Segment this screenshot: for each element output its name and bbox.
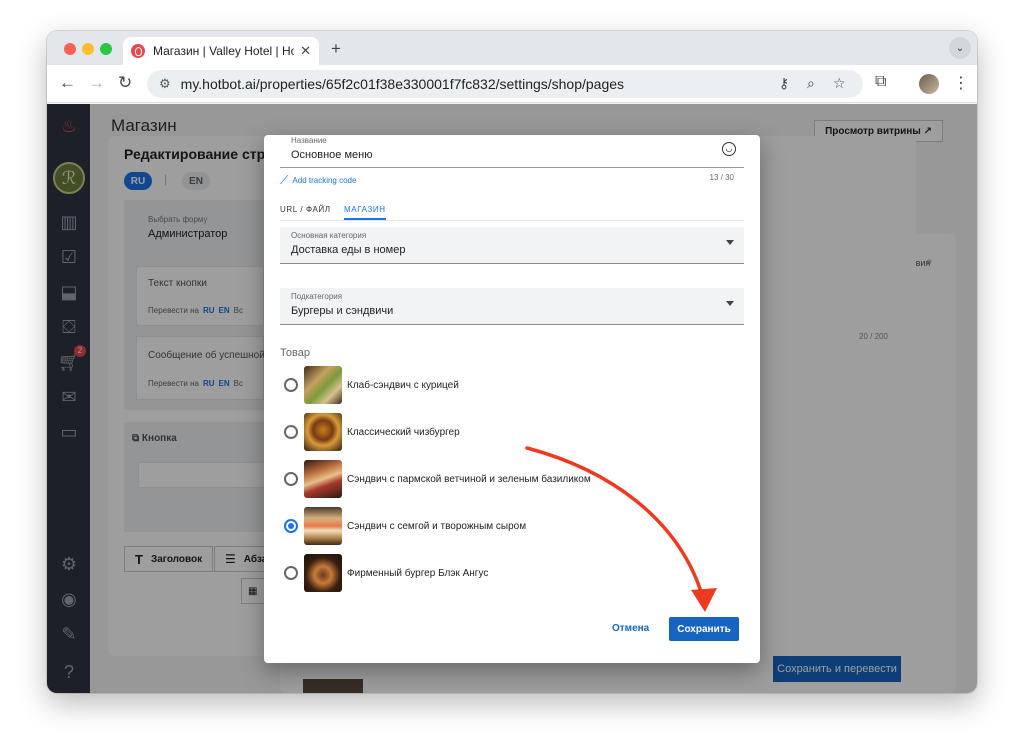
url-text: my.hotbot.ai/properties/65f2c01f38e33000… [180, 76, 625, 92]
bookmark-star-icon[interactable]: ☆ [833, 75, 846, 92]
maximize-window-button[interactable] [100, 43, 112, 55]
emoji-icon[interactable]: ◡ [722, 142, 736, 156]
zoom-icon[interactable]: ⌕ [807, 75, 815, 92]
site-settings-icon[interactable]: ⚙ [159, 76, 171, 92]
product-name: Клаб-сэндвич с курицей [347, 379, 459, 391]
name-label: Название [291, 136, 327, 145]
subcategory-label: Подкатегория [291, 292, 343, 301]
product-name: Сэндвич с пармской ветчиной и зеленым ба… [347, 473, 591, 485]
browser-toolbar: ← → ↻ ⚙ my.hotbot.ai/properties/65f2c01f… [47, 65, 977, 103]
product-radio[interactable] [284, 425, 298, 439]
product-option[interactable]: Классический чизбургер [284, 413, 460, 451]
product-radio[interactable] [284, 566, 298, 580]
tracking-link-text: Add tracking code [292, 176, 357, 185]
main-category-select[interactable]: Основная категория Доставка еды в номер [280, 227, 744, 264]
product-name: Классический чизбургер [347, 426, 460, 438]
browser-tab[interactable]: Магазин | Valley Hotel | Hotbot ✕ [123, 37, 319, 65]
chevron-down-icon [726, 240, 734, 245]
subcategory-select[interactable]: Подкатегория Бургеры и сэндвичи [280, 288, 744, 325]
profile-avatar[interactable] [919, 74, 939, 94]
reload-icon[interactable]: ↻ [118, 73, 132, 93]
product-radio[interactable] [284, 472, 298, 486]
new-tab-icon[interactable]: + [331, 39, 341, 59]
hotbot-favicon-icon [131, 44, 145, 58]
minimize-window-button[interactable] [82, 43, 94, 55]
browser-menu-icon[interactable]: ⋮ [953, 73, 969, 93]
product-image [304, 554, 342, 592]
product-image [304, 366, 342, 404]
product-option[interactable]: Клаб-сэндвич с курицей [284, 366, 459, 404]
tab-strip: Магазин | Valley Hotel | Hotbot ✕ + ⌄ [47, 31, 977, 65]
product-image [304, 413, 342, 451]
password-key-icon[interactable]: ⚷ [779, 75, 789, 92]
product-label: Товар [280, 347, 310, 359]
chevron-down-icon [726, 301, 734, 306]
trending-line-icon: ⟋ [280, 173, 289, 187]
name-char-counter: 13 / 30 [709, 173, 734, 182]
name-value: Основное меню [291, 149, 373, 161]
tab-search-chevron-icon[interactable]: ⌄ [949, 37, 971, 59]
save-button[interactable]: Сохранить [669, 617, 739, 641]
product-option[interactable]: Фирменный бургер Блэк Ангус [284, 554, 488, 592]
close-window-button[interactable] [64, 43, 76, 55]
product-image [304, 460, 342, 498]
product-link-modal: Название Основное меню ◡ ⟋ Add tracking c… [264, 135, 760, 663]
tab-url-file[interactable]: URL / ФАЙЛ [280, 205, 331, 214]
tab-shop[interactable]: МАГАЗИН [344, 205, 386, 220]
cancel-button[interactable]: Отмена [612, 623, 649, 634]
extensions-icon[interactable]: ⧉ [875, 73, 886, 91]
main-category-value: Доставка еды в номер [291, 244, 406, 256]
close-tab-icon[interactable]: ✕ [300, 43, 311, 59]
product-option[interactable]: Сэндвич с семгой и творожным сыром [284, 507, 526, 545]
product-image [304, 507, 342, 545]
product-radio-selected[interactable] [284, 519, 298, 533]
name-field[interactable]: Название Основное меню ◡ [280, 135, 744, 168]
add-tracking-code-link[interactable]: ⟋ Add tracking code [280, 173, 356, 188]
product-radio[interactable] [284, 378, 298, 392]
tab-title: Магазин | Valley Hotel | Hotbot [153, 44, 295, 58]
back-arrow-icon[interactable]: ← [59, 73, 76, 93]
address-bar[interactable]: ⚙ my.hotbot.ai/properties/65f2c01f38e330… [147, 70, 863, 98]
subcategory-value: Бургеры и сэндвичи [291, 305, 394, 317]
product-option[interactable]: Сэндвич с пармской ветчиной и зеленым ба… [284, 460, 591, 498]
product-name: Сэндвич с семгой и творожным сыром [347, 520, 527, 532]
main-category-label: Основная категория [291, 231, 367, 240]
product-name: Фирменный бургер Блэк Ангус [347, 567, 489, 579]
char-counter-background: 20 / 200 [859, 332, 888, 341]
forward-arrow-icon[interactable]: → [88, 73, 105, 93]
browser-window: Магазин | Valley Hotel | Hotbot ✕ + ⌄ ← … [47, 31, 977, 693]
modal-tabs: URL / ФАЙЛ МАГАЗИН [280, 201, 744, 221]
